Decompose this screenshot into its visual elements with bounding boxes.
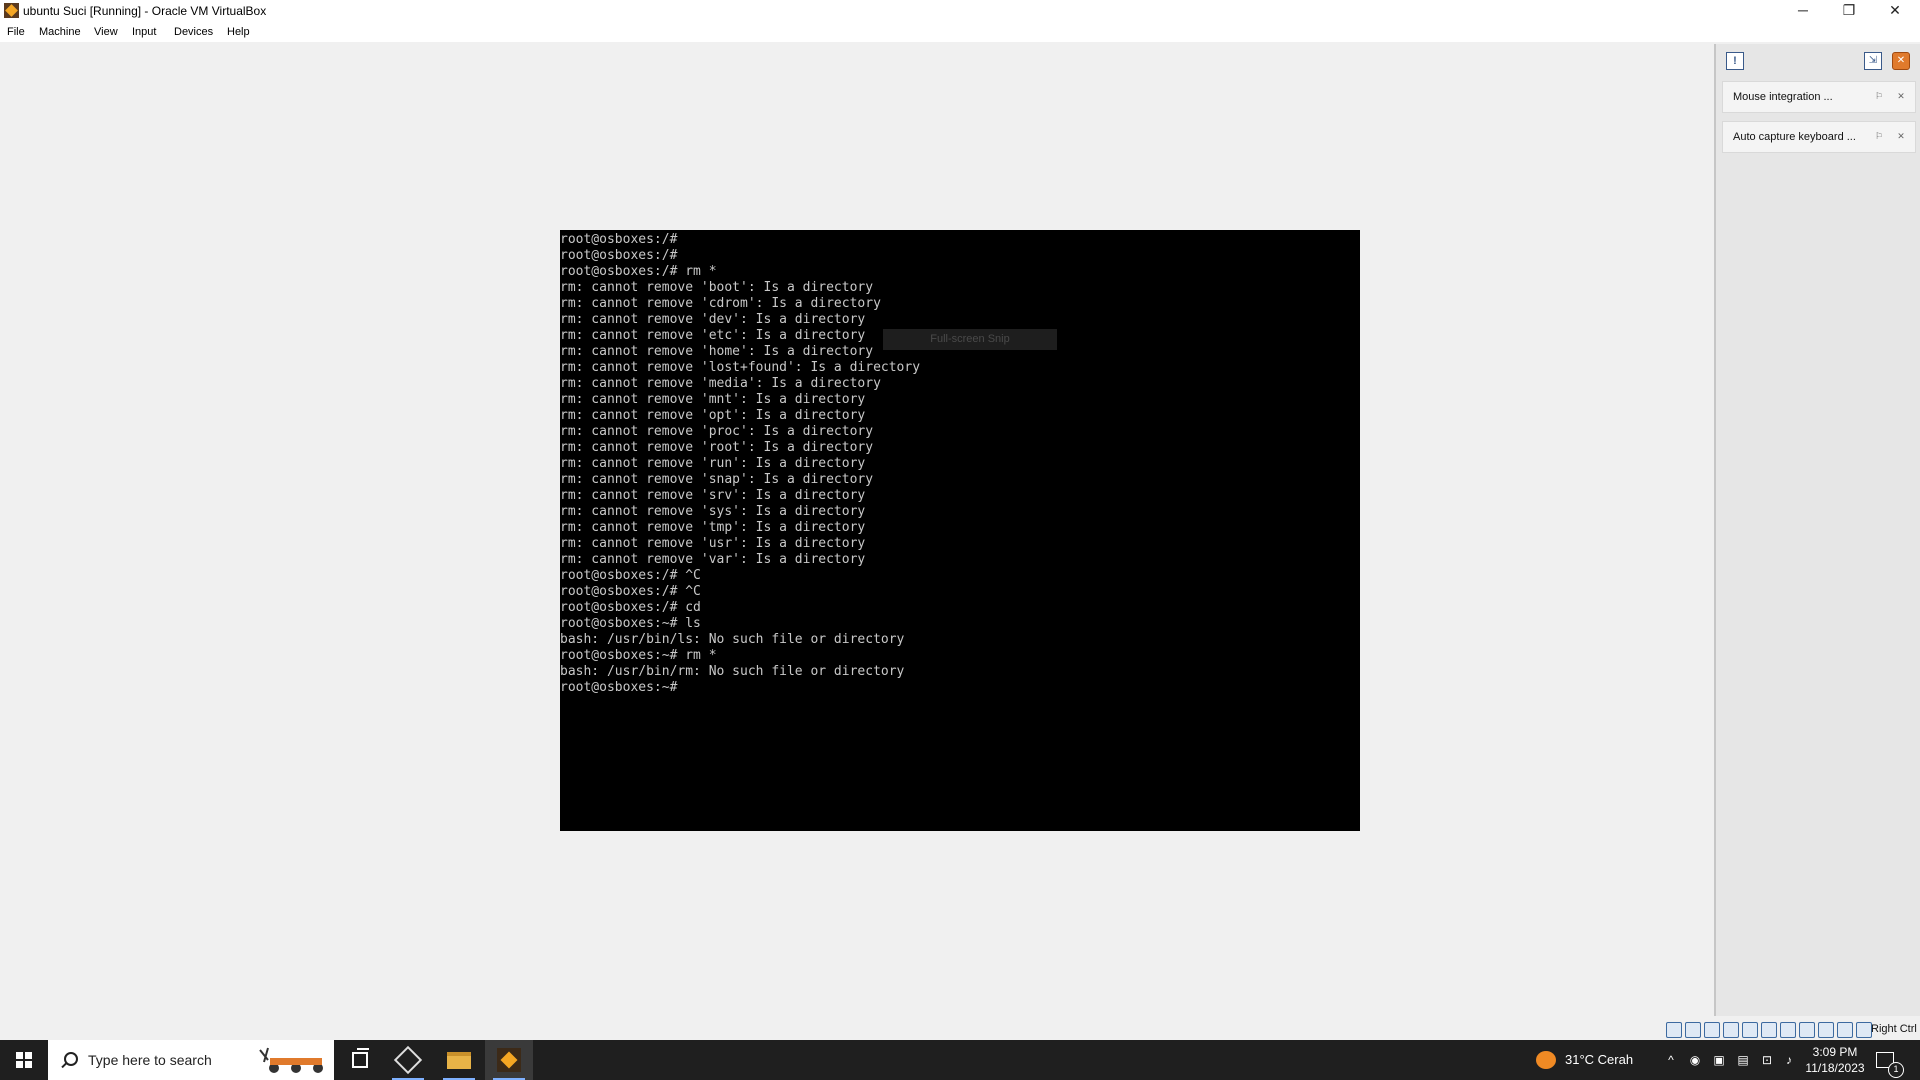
network-tray-icon[interactable]: ⊡ xyxy=(1760,1053,1774,1067)
terminal-line: rm: cannot remove 'media': Is a director… xyxy=(560,376,881,391)
terminal-line: rm: cannot remove 'srv': Is a directory xyxy=(560,488,866,503)
terminal-line: rm: cannot remove 'etc': Is a directory xyxy=(560,328,866,343)
optical-drive-icon[interactable] xyxy=(1685,1022,1701,1038)
notification-count-badge: 1 xyxy=(1888,1062,1904,1078)
cpu-icon[interactable] xyxy=(1818,1022,1834,1038)
menu-file[interactable]: File xyxy=(7,26,25,38)
terminal-line: root@osboxes:/# xyxy=(560,248,678,263)
terminal-line: rm: cannot remove 'opt': Is a directory xyxy=(560,408,866,423)
do-not-show-icon[interactable]: ⚐ xyxy=(1873,130,1885,142)
terminal-line: root@osboxes:/# ^C xyxy=(560,584,701,599)
menu-bar: File Machine View Input Devices Help xyxy=(0,22,1920,42)
keyboard-capture-icon[interactable] xyxy=(1856,1022,1872,1038)
taskbar-vm-window[interactable] xyxy=(485,1040,533,1080)
terminal-line: root@osboxes:~# ls xyxy=(560,616,701,631)
menu-devices[interactable]: Devices xyxy=(174,26,213,38)
snip-tooltip: Full-screen Snip xyxy=(883,329,1057,350)
terminal-line: rm: cannot remove 'proc': Is a directory xyxy=(560,424,874,439)
search-highlight-icon xyxy=(259,1047,323,1073)
terminal-line: rm: cannot remove 'tmp': Is a directory xyxy=(560,520,866,535)
terminal-line: rm: cannot remove 'lost+found': Is a dir… xyxy=(560,360,921,375)
terminal-line: rm: cannot remove 'snap': Is a directory xyxy=(560,472,874,487)
weather-icon[interactable] xyxy=(1536,1051,1556,1069)
virtualbox-manager-icon xyxy=(393,1045,423,1075)
taskbar-virtualbox-manager[interactable] xyxy=(384,1040,432,1080)
chevron-up-icon[interactable]: ^ xyxy=(1664,1053,1678,1067)
terminal-line: rm: cannot remove 'run': Is a directory xyxy=(560,456,866,471)
record-icon[interactable]: ◉ xyxy=(1688,1053,1702,1067)
hard-disk-icon[interactable] xyxy=(1666,1022,1682,1038)
terminal-line: rm: cannot remove 'mnt': Is a directory xyxy=(560,392,866,407)
host-key-label: Right Ctrl xyxy=(1871,1023,1917,1035)
taskbar-search[interactable]: Type here to search xyxy=(48,1040,334,1080)
notification-center: ! ⇲ ✕ Mouse integration ... ⚐ ✕ Auto cap… xyxy=(1714,44,1920,1016)
menu-input[interactable]: Input xyxy=(132,26,156,38)
terminal-line: bash: /usr/bin/ls: No such file or direc… xyxy=(560,632,905,647)
menu-machine[interactable]: Machine xyxy=(39,26,81,38)
close-icon[interactable]: ✕ xyxy=(1895,130,1907,142)
audio-icon[interactable] xyxy=(1704,1022,1720,1038)
terminal-line: root@osboxes:/# xyxy=(560,232,678,247)
menu-help[interactable]: Help xyxy=(227,26,250,38)
close-button[interactable]: ✕ xyxy=(1872,0,1918,22)
recording-icon[interactable] xyxy=(1799,1022,1815,1038)
terminal-line: root@osboxes:~# xyxy=(560,680,678,695)
terminal-line: rm: cannot remove 'usr': Is a directory xyxy=(560,536,866,551)
meet-now-icon[interactable]: ▣ xyxy=(1712,1053,1726,1067)
notification-mouse-integration[interactable]: Mouse integration ... ⚐ ✕ xyxy=(1722,81,1916,113)
terminal-line: bash: /usr/bin/rm: No such file or direc… xyxy=(560,664,905,679)
windows-logo-icon xyxy=(16,1052,32,1068)
minimize-button[interactable]: ─ xyxy=(1780,0,1826,22)
clock-date: 11/18/2023 xyxy=(1805,1061,1865,1075)
search-icon xyxy=(64,1052,78,1066)
taskbar: Type here to search 31°C Cerah ^ ◉ ▣ ▤ ⊡… xyxy=(0,1040,1920,1080)
display-icon[interactable] xyxy=(1780,1022,1796,1038)
mouse-integration-icon[interactable] xyxy=(1837,1022,1853,1038)
taskbar-clock[interactable]: 3:09 PM 11/18/2023 xyxy=(1800,1044,1870,1076)
screen-capture-icon[interactable]: ▤ xyxy=(1736,1053,1750,1067)
terminal-line: rm: cannot remove 'dev': Is a directory xyxy=(560,312,866,327)
window-title: ubuntu Suci [Running] - Oracle VM Virtua… xyxy=(23,4,267,18)
vm-status-bar: Right Ctrl xyxy=(1660,1020,1920,1040)
terminal-line: rm: cannot remove 'var': Is a directory xyxy=(560,552,866,567)
task-view-icon xyxy=(352,1048,369,1068)
restore-button[interactable]: ❐ xyxy=(1826,0,1872,22)
task-view-button[interactable] xyxy=(336,1040,384,1080)
notification-auto-capture-keyboard[interactable]: Auto capture keyboard ... ⚐ ✕ xyxy=(1722,121,1916,153)
vm-display[interactable]: root@osboxes:/# root@osboxes:/# root@osbox… xyxy=(560,230,1360,831)
terminal-line: rm: cannot remove 'home': Is a directory xyxy=(560,344,874,359)
message-icon: ! xyxy=(1726,52,1744,70)
terminal-line: rm: cannot remove 'sys': Is a directory xyxy=(560,504,866,519)
close-icon[interactable]: ✕ xyxy=(1895,90,1907,102)
volume-icon[interactable]: ♪ xyxy=(1782,1053,1796,1067)
clock-time: 3:09 PM xyxy=(1812,1045,1858,1059)
menu-view[interactable]: View xyxy=(94,26,118,38)
usb-icon[interactable] xyxy=(1742,1022,1758,1038)
vm-window-icon xyxy=(497,1048,521,1072)
do-not-show-icon[interactable]: ⚐ xyxy=(1873,90,1885,102)
terminal-line: root@osboxes:/# cd xyxy=(560,600,701,615)
search-placeholder: Type here to search xyxy=(88,1052,212,1068)
terminal-line: rm: cannot remove 'boot': Is a directory xyxy=(560,280,874,295)
terminal-output: root@osboxes:/# root@osboxes:/# root@osbox… xyxy=(560,230,920,696)
taskbar-file-explorer[interactable] xyxy=(435,1040,483,1080)
toggle-panel-icon[interactable]: ⇲ xyxy=(1864,52,1882,70)
terminal-line: root@osboxes:/# rm * xyxy=(560,264,717,279)
notification-label: Auto capture keyboard ... xyxy=(1733,131,1856,143)
virtualbox-app-icon[interactable] xyxy=(4,3,19,18)
terminal-line: root@osboxes:~# rm * xyxy=(560,648,717,663)
terminal-line: rm: cannot remove 'cdrom': Is a director… xyxy=(560,296,881,311)
terminal-line: root@osboxes:/# ^C xyxy=(560,568,701,583)
close-all-icon[interactable]: ✕ xyxy=(1892,52,1910,70)
window-title-bar: ubuntu Suci [Running] - Oracle VM Virtua… xyxy=(0,0,1920,22)
network-icon[interactable] xyxy=(1723,1022,1739,1038)
weather-status[interactable]: 31°C Cerah xyxy=(1565,1052,1633,1067)
start-button[interactable] xyxy=(0,1040,48,1080)
shared-folders-icon[interactable] xyxy=(1761,1022,1777,1038)
terminal-line: rm: cannot remove 'root': Is a directory xyxy=(560,440,874,455)
notification-label: Mouse integration ... xyxy=(1733,91,1833,103)
folder-icon xyxy=(447,1052,471,1069)
